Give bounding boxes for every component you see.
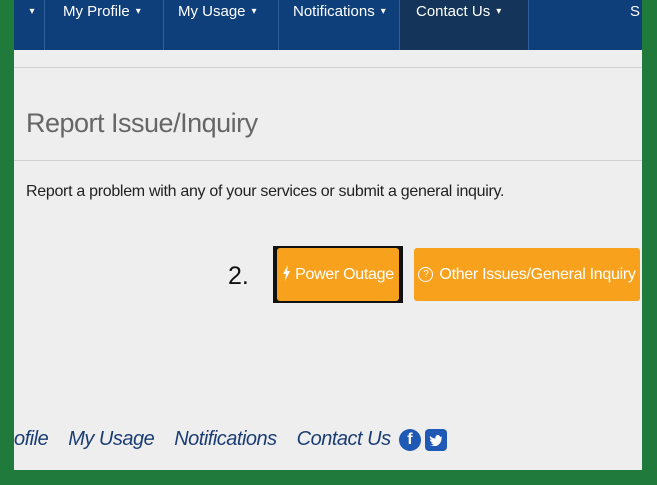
footer-link-notifications[interactable]: Notifications	[174, 428, 277, 451]
question-circle-icon: ?	[418, 267, 434, 282]
twitter-icon[interactable]	[424, 428, 447, 451]
nav-item-partial[interactable]: ▾	[14, 0, 45, 50]
footer-link-contact-us[interactable]: Contact Us	[297, 428, 391, 451]
chevron-down-icon: ▾	[251, 6, 257, 17]
nav-item-label: Contact Us	[416, 3, 491, 20]
screenshot-frame: ▾ My Profile ▾ My Usage ▾ Notifications …	[14, 0, 642, 470]
footer-link-my-usage[interactable]: My Usage	[68, 428, 155, 451]
other-issues-label: Other Issues/General Inquiry	[439, 265, 636, 283]
step-number: 2.	[228, 262, 249, 290]
chevron-down-icon: ▾	[29, 6, 35, 17]
page-title: Report Issue/Inquiry	[26, 108, 258, 138]
power-outage-label: Power Outage	[295, 265, 394, 283]
nav-item-my-profile[interactable]: My Profile ▾	[45, 0, 164, 50]
chevron-down-icon: ▾	[496, 6, 502, 17]
divider	[14, 67, 642, 68]
nav-item-label: My Usage	[178, 3, 246, 20]
power-outage-button[interactable]: Power Outage	[277, 248, 399, 301]
lightning-icon	[282, 264, 291, 285]
divider	[14, 160, 642, 161]
nav-item-notifications[interactable]: Notifications ▾	[279, 0, 400, 50]
nav-item-trailing[interactable]: S	[529, 0, 642, 50]
chevron-down-icon: ▾	[135, 6, 141, 17]
nav-item-label: Notifications	[293, 3, 375, 20]
nav-item-label: My Profile	[63, 3, 130, 20]
footer-links: ofile My Usage Notifications Contact Us …	[14, 428, 451, 451]
nav-item-label: S	[629, 3, 640, 20]
nav-item-contact-us[interactable]: Contact Us ▾	[400, 0, 529, 50]
other-issues-button[interactable]: ? Other Issues/General Inquiry	[414, 248, 640, 301]
chevron-down-icon: ▾	[380, 6, 386, 17]
page-description: Report a problem with any of your servic…	[26, 183, 505, 200]
top-navbar: ▾ My Profile ▾ My Usage ▾ Notifications …	[14, 0, 642, 50]
facebook-icon[interactable]: f	[398, 428, 421, 451]
footer-link-my-profile[interactable]: ofile	[14, 428, 49, 451]
nav-item-my-usage[interactable]: My Usage ▾	[164, 0, 279, 50]
